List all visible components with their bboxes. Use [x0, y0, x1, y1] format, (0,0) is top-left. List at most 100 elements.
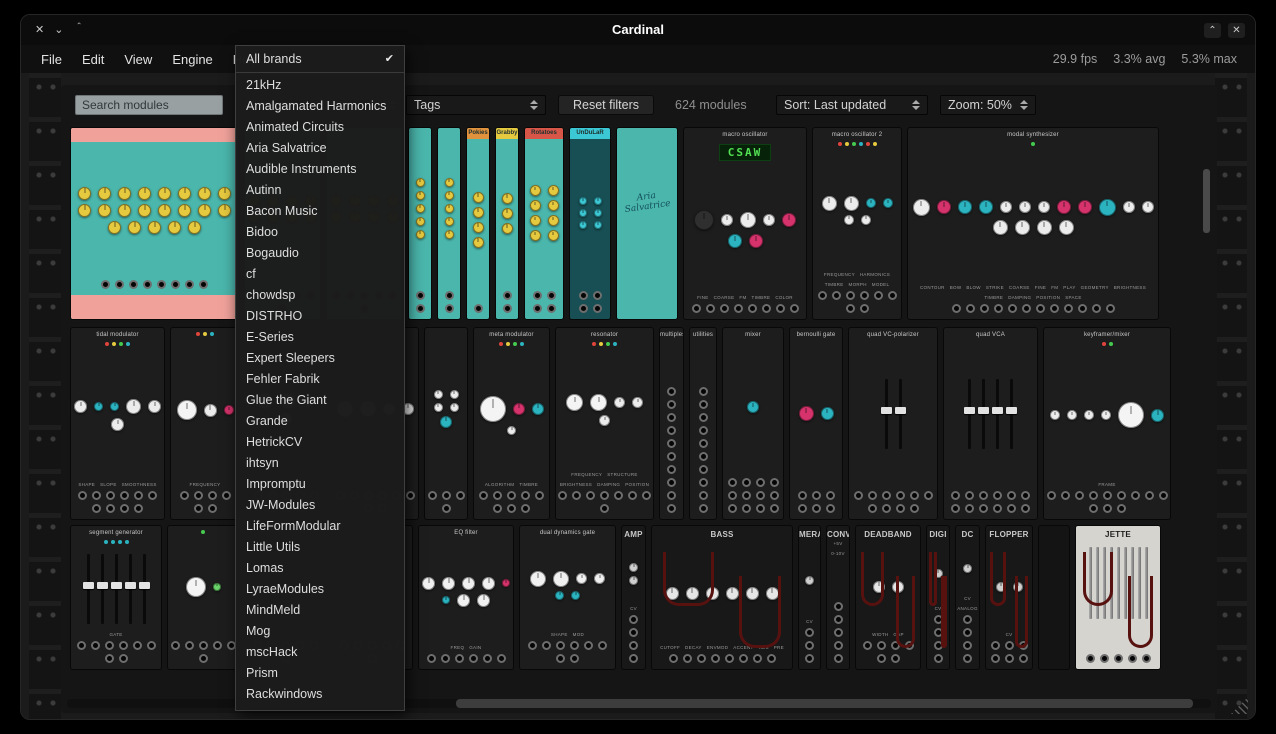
sort-select[interactable]: Sort: Last updated: [776, 95, 928, 115]
led: [606, 342, 610, 346]
brand-menu-item[interactable]: Glue the Giant: [236, 390, 404, 411]
brand-menu-item[interactable]: All brands✔: [236, 49, 404, 70]
jack: [725, 654, 734, 663]
brand-menu-item[interactable]: Little Utils: [236, 537, 404, 558]
module-card[interactable]: FLOPPERCV: [986, 526, 1032, 669]
window-button-right-0[interactable]: ⌃: [1204, 23, 1221, 38]
jack: [742, 478, 751, 487]
jack: [951, 491, 960, 500]
module-card[interactable]: MERACV: [799, 526, 820, 669]
window-button-left-2[interactable]: ＾: [73, 23, 84, 37]
brand-menu-item[interactable]: Rackwindows: [236, 684, 404, 705]
module-card[interactable]: DEADBANDWIDTHGAP: [856, 526, 920, 669]
brand-menu-item[interactable]: Amalgamated Harmonics: [236, 96, 404, 117]
brand-menu-item[interactable]: JW-Modules: [236, 495, 404, 516]
horizontal-scrollbar-thumb[interactable]: [456, 699, 1193, 708]
menubar-item-engine[interactable]: Engine: [162, 52, 222, 67]
brand-menu-item[interactable]: Mog: [236, 621, 404, 642]
window-button-left-1[interactable]: ⌄: [54, 23, 63, 37]
brand-menu-item[interactable]: cf: [236, 264, 404, 285]
module-card[interactable]: [71, 128, 238, 319]
module-card[interactable]: EQ filterFREQGAIN: [419, 526, 513, 669]
brand-menu-item[interactable]: Grande: [236, 411, 404, 432]
brand-menu-item[interactable]: mscHack: [236, 642, 404, 663]
module-card[interactable]: [168, 526, 238, 669]
jack: [905, 641, 914, 650]
brand-menu-item[interactable]: chowdsp: [236, 285, 404, 306]
module-card[interactable]: Rotatoes: [525, 128, 563, 319]
module-card[interactable]: FREQUENCY: [171, 328, 239, 519]
brand-menu-item[interactable]: Bidoo: [236, 222, 404, 243]
module-card[interactable]: quad VCA: [944, 328, 1037, 519]
module-card[interactable]: CONV+5V0-10V: [827, 526, 849, 669]
knob: [1059, 220, 1074, 235]
module-card[interactable]: [425, 328, 467, 519]
window-button-right-1[interactable]: ✕: [1228, 23, 1245, 38]
module-card[interactable]: Aria Salvatrice: [617, 128, 677, 319]
slider: [143, 554, 146, 624]
brand-menu-item[interactable]: Bacon Music: [236, 201, 404, 222]
brand-menu-item[interactable]: Autinn: [236, 180, 404, 201]
tags-filter-select[interactable]: Tags: [406, 95, 546, 115]
knob: [1101, 410, 1111, 420]
module-card[interactable]: [1039, 526, 1069, 669]
window-controls-left: ✕ ⌄ ＾: [35, 15, 84, 45]
module-card[interactable]: Pokies: [467, 128, 489, 319]
module-card[interactable]: UnDuLaR: [570, 128, 610, 319]
module-card[interactable]: Grabby: [496, 128, 518, 319]
module-card[interactable]: AMPCV: [622, 526, 645, 669]
module-card[interactable]: [409, 128, 431, 319]
brand-menu-item[interactable]: Aria Salvatrice: [236, 138, 404, 159]
brand-menu-item[interactable]: HetrickCV: [236, 432, 404, 453]
module-card[interactable]: macro oscillatorCSAWFINECOARSEFMTIMBRECO…: [684, 128, 806, 319]
module-card[interactable]: DIGICV: [927, 526, 949, 669]
jack: [846, 291, 855, 300]
module-card[interactable]: modal synthesizerCONTOURBOWBLOWSTRIKECOA…: [908, 128, 1158, 319]
module-card[interactable]: DCCVANALOG: [956, 526, 979, 669]
brand-menu-item[interactable]: Impromptu: [236, 474, 404, 495]
module-card[interactable]: dual dynamics gateSHAPEMOD: [520, 526, 615, 669]
menubar-item-file[interactable]: File: [31, 52, 72, 67]
brand-menu-item[interactable]: Bogaudio: [236, 243, 404, 264]
brand-menu-item[interactable]: DISTRHO: [236, 306, 404, 327]
brand-menu-item[interactable]: LifeFormModular: [236, 516, 404, 537]
led: [859, 142, 863, 146]
zoom-select[interactable]: Zoom: 50%: [940, 95, 1036, 115]
module-card[interactable]: multiples: [660, 328, 683, 519]
brand-menu-item[interactable]: ihtsyn: [236, 453, 404, 474]
brand-menu-item[interactable]: Expert Sleepers: [236, 348, 404, 369]
window-button-left-0[interactable]: ✕: [35, 23, 44, 37]
brand-menu-item[interactable]: E-Series: [236, 327, 404, 348]
brand-menu-item[interactable]: Fehler Fabrik: [236, 369, 404, 390]
module-card[interactable]: tidal modulatorSHAPESLOPESMOOTHNESS: [71, 328, 164, 519]
module-card[interactable]: segment generatorGATE: [71, 526, 161, 669]
module-card[interactable]: mixer: [723, 328, 783, 519]
brand-menu-item[interactable]: Prism: [236, 663, 404, 684]
module-card[interactable]: BASSCUTOFFDECAYENVMODACCENTRESPRE: [652, 526, 792, 669]
module-card[interactable]: utilities: [690, 328, 716, 519]
module-card[interactable]: meta modulatorALGORITHMTIMBRE: [474, 328, 549, 519]
jack: [753, 654, 762, 663]
module-card[interactable]: resonatorFREQUENCYSTRUCTUREBRIGHTNESSDAM…: [556, 328, 653, 519]
brand-menu-item[interactable]: Lomas: [236, 558, 404, 579]
module-card[interactable]: quad VC-polarizer: [849, 328, 937, 519]
menubar-item-edit[interactable]: Edit: [72, 52, 114, 67]
title-bar[interactable]: ✕⌄＾ Cardinal ⌃✕: [21, 15, 1255, 45]
brand-menu-item-label: E-Series: [246, 327, 294, 348]
jack: [1117, 504, 1126, 513]
module-card[interactable]: bernoulli gate: [790, 328, 842, 519]
reset-filters-button[interactable]: Reset filters: [558, 95, 654, 115]
brand-menu-item[interactable]: MindMeld: [236, 600, 404, 621]
menubar-item-view[interactable]: View: [114, 52, 162, 67]
vertical-scrollbar-thumb[interactable]: [1203, 169, 1210, 233]
knob: [579, 197, 587, 205]
brand-menu-item[interactable]: LyraeModules: [236, 579, 404, 600]
module-card[interactable]: JETTE: [1076, 526, 1160, 669]
brand-menu-item[interactable]: Animated Circuits: [236, 117, 404, 138]
search-input[interactable]: [75, 95, 223, 115]
brand-menu-item[interactable]: Audible Instruments: [236, 159, 404, 180]
brand-menu-item[interactable]: 21kHz: [236, 75, 404, 96]
module-card[interactable]: [438, 128, 460, 319]
module-card[interactable]: keyframer/mixerFRAME: [1044, 328, 1170, 519]
module-card[interactable]: macro oscillator 2FREQUENCYHARMONICSTIMB…: [813, 128, 901, 319]
